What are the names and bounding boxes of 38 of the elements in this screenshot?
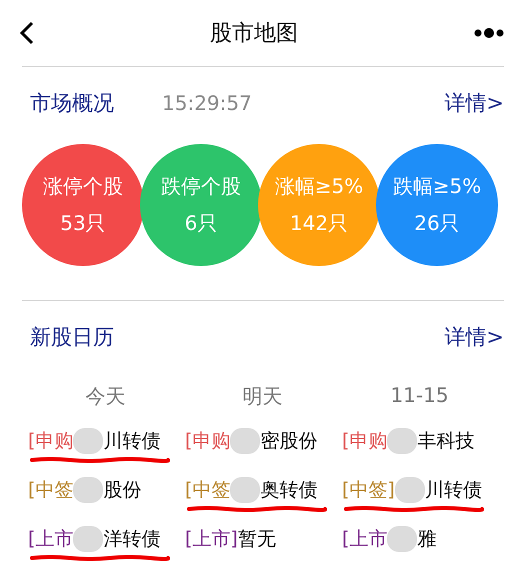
details-link[interactable]: 详情> <box>444 323 504 351</box>
day-header: 今天 <box>84 383 126 410</box>
section-title: 市场概况 <box>30 90 114 117</box>
stock-name[interactable]: 暂无 <box>238 526 276 552</box>
stock-name[interactable]: 奥转债 <box>260 477 318 503</box>
stat-count: 26只 <box>414 210 460 237</box>
stat-label: 涨幅≥5% <box>274 173 364 200</box>
stock-name[interactable]: 川转债 <box>103 428 160 454</box>
page-title: 股市地图 <box>210 20 298 48</box>
status-tag: [中签 <box>28 477 74 503</box>
stat-label: 涨停个股 <box>43 173 123 200</box>
stock-name[interactable]: 密股份 <box>260 428 318 454</box>
stat-circle[interactable]: 涨停个股 53只 <box>22 144 144 266</box>
status-tag: [申购 <box>185 428 230 454</box>
stock-name[interactable]: 川转债 <box>424 477 482 503</box>
more-icon[interactable] <box>474 27 504 39</box>
back-icon[interactable] <box>20 21 34 45</box>
status-tag: [中签 <box>185 477 230 503</box>
stock-name[interactable]: 丰科技 <box>417 428 474 454</box>
day-header: 明天 <box>242 383 284 410</box>
day-header: 11-15 <box>389 382 450 409</box>
stat-count: 53只 <box>60 210 106 237</box>
stat-label: 跌幅≥5% <box>392 173 482 200</box>
stat-count: 142只 <box>290 210 348 237</box>
status-tag: [上市] <box>185 526 238 552</box>
stock-name[interactable]: 洋转债 <box>103 526 160 552</box>
status-tag: [上市 <box>28 526 74 552</box>
update-time: 15:29:57 <box>162 91 252 115</box>
stat-count: 6只 <box>184 210 218 237</box>
status-tag: [申购 <box>28 428 74 454</box>
stock-name[interactable]: 雅 <box>417 526 436 552</box>
details-link[interactable]: 详情> <box>444 89 504 117</box>
status-tag: [中签] <box>342 477 395 503</box>
status-tag: [申购 <box>342 428 388 454</box>
stat-label: 跌停个股 <box>161 173 241 200</box>
section-title: 新股日历 <box>30 324 114 351</box>
status-tag: [上市 <box>342 526 388 552</box>
stock-name[interactable]: 股份 <box>103 477 142 503</box>
